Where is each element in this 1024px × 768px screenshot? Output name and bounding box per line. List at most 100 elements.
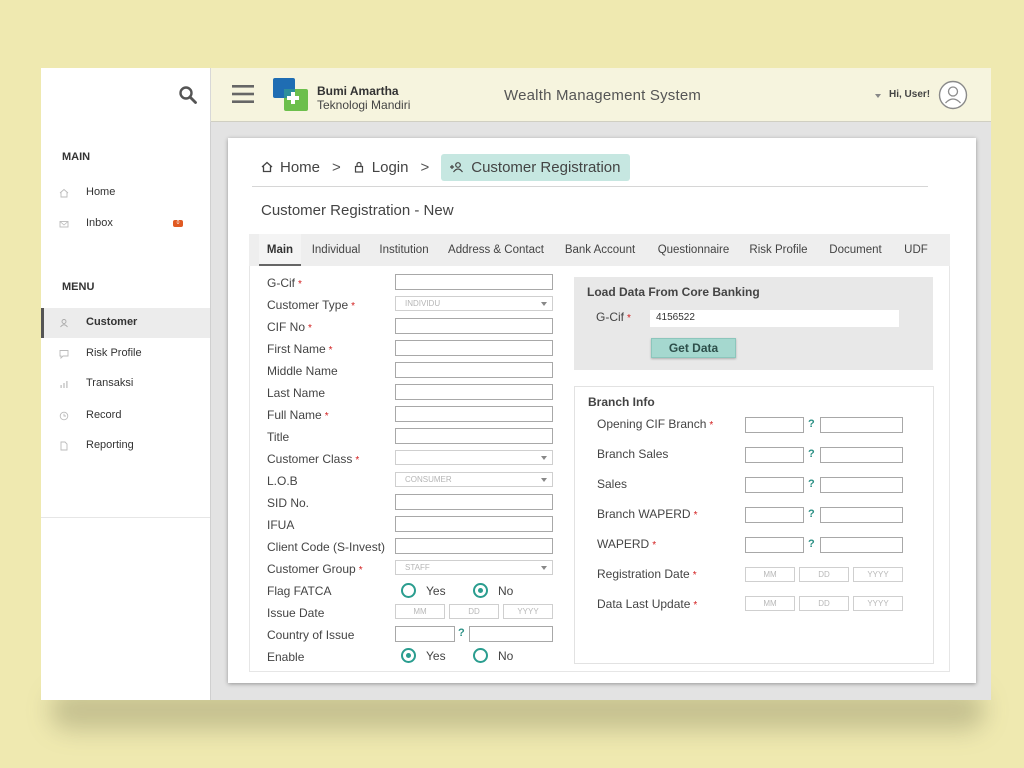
customer-class-select[interactable] [395, 450, 553, 465]
user-greeting[interactable]: Hi, User! [889, 89, 930, 100]
breadcrumb-home[interactable]: Home [261, 159, 320, 176]
opening-cif-branch-name-input[interactable] [820, 417, 903, 433]
user-icon [60, 319, 68, 328]
branch-waperd-lookup-button[interactable]: ? [808, 508, 815, 520]
last-name-input[interactable] [395, 384, 553, 400]
sales-lookup-button[interactable]: ? [808, 478, 815, 490]
country-name-input[interactable] [469, 626, 553, 642]
fatca-yes-radio[interactable] [401, 583, 416, 598]
home-icon [261, 161, 273, 173]
breadcrumb: Home > Login > Customer Registration [261, 153, 631, 181]
sidebar-item-record[interactable]: Record [41, 401, 210, 431]
sidebar-item-home[interactable]: Home [41, 178, 210, 208]
sidebar-item-label: Record [86, 409, 122, 421]
sales-name-input[interactable] [820, 477, 903, 493]
full-name-input[interactable] [395, 406, 553, 422]
tab-address-contact[interactable]: Address & Contact [443, 234, 549, 266]
tab-main[interactable]: Main [259, 234, 301, 266]
sidebar-item-label: Customer [86, 316, 138, 328]
sidebar-item-label: Inbox [86, 217, 113, 229]
breadcrumb-label: Home [280, 158, 321, 176]
branch-waperd-code-input[interactable] [745, 507, 804, 523]
load-gcif-input[interactable]: 4156522 [650, 310, 899, 327]
branch-sales-lookup-button[interactable]: ? [808, 448, 815, 460]
field-label-full-name: Full Name * [267, 408, 329, 422]
breadcrumb-label: Customer Registration [471, 158, 621, 176]
waperd-code-input[interactable] [745, 537, 804, 553]
cif-no-input[interactable] [395, 318, 553, 334]
gcif-input[interactable] [395, 274, 553, 290]
breadcrumb-login[interactable]: Login [353, 159, 408, 176]
hamburger-menu-icon[interactable] [232, 84, 254, 104]
tab-questionnaire[interactable]: Questionnaire [652, 234, 735, 266]
branch-sales-code-input[interactable] [745, 447, 804, 463]
tab-individual[interactable]: Individual [307, 234, 365, 266]
required-marker: * [351, 301, 356, 312]
customer-group-select[interactable]: STAFF [395, 560, 553, 575]
sidebar-item-transaksi[interactable]: Transaksi [41, 369, 210, 399]
middle-name-input[interactable] [395, 362, 553, 378]
field-label-middle-name: Middle Name [267, 364, 338, 378]
registration-date-year-input[interactable]: YYYY [853, 567, 903, 582]
branch-waperd-name-input[interactable] [820, 507, 903, 523]
field-label-gcif: G-Cif * [267, 276, 302, 290]
last-update-day-input[interactable]: DD [799, 596, 849, 611]
issue-date-year-input[interactable]: YYYY [503, 604, 553, 619]
required-marker: * [693, 600, 698, 611]
get-data-button[interactable]: Get Data [651, 338, 736, 358]
last-update-year-input[interactable]: YYYY [853, 596, 903, 611]
sales-code-input[interactable] [745, 477, 804, 493]
chevron-down-icon[interactable] [875, 94, 881, 98]
home-icon [59, 188, 69, 198]
chevron-down-icon [541, 478, 547, 482]
registration-date-day-input[interactable]: DD [799, 567, 849, 582]
field-label-country-of-issue: Country of Issue [267, 628, 355, 642]
first-name-input[interactable] [395, 340, 553, 356]
search-icon[interactable] [179, 86, 197, 104]
tab-document[interactable]: Document [824, 234, 887, 266]
title-input[interactable] [395, 428, 553, 444]
breadcrumb-customer-registration[interactable]: Customer Registration [441, 153, 631, 181]
lob-value: CONSUMER [405, 475, 452, 484]
branch-info-title: Branch Info [588, 395, 655, 409]
tab-risk-profile[interactable]: Risk Profile [745, 234, 812, 266]
sidebar-item-risk-profile[interactable]: Risk Profile [41, 339, 210, 369]
opening-cif-branch-code-input[interactable] [745, 417, 804, 433]
enable-yes-radio[interactable] [401, 648, 416, 663]
sidebar-item-label: Transaksi [86, 377, 134, 389]
lob-select[interactable]: CONSUMER [395, 472, 553, 487]
fatca-no-radio[interactable] [473, 583, 488, 598]
country-code-input[interactable] [395, 626, 455, 642]
sidebar-item-inbox[interactable]: Inbox 0 [41, 209, 210, 239]
tab-udf[interactable]: UDF [900, 234, 932, 266]
issue-date-day-input[interactable]: DD [449, 604, 499, 619]
sidebar-item-label: Risk Profile [86, 347, 142, 359]
country-lookup-button[interactable]: ? [458, 627, 465, 639]
customer-type-select[interactable]: INDIVIDU [395, 296, 553, 311]
branch-sales-name-input[interactable] [820, 447, 903, 463]
last-update-month-input[interactable]: MM [745, 596, 795, 611]
company-logo [273, 78, 308, 111]
sidebar-item-reporting[interactable]: Reporting [41, 431, 210, 461]
waperd-name-input[interactable] [820, 537, 903, 553]
enable-no-radio[interactable] [473, 648, 488, 663]
page-title: Customer Registration - New [261, 202, 454, 219]
enable-no-label: No [498, 649, 514, 663]
required-marker: * [328, 345, 333, 356]
registration-date-month-input[interactable]: MM [745, 567, 795, 582]
field-label-sid-no: SID No. [267, 496, 310, 510]
field-label-enable: Enable [267, 650, 305, 664]
sidebar-item-customer[interactable]: Customer [41, 308, 210, 338]
ifua-input[interactable] [395, 516, 553, 532]
tab-institution[interactable]: Institution [374, 234, 434, 266]
opening-cif-branch-lookup-button[interactable]: ? [808, 418, 815, 430]
tab-bank-account[interactable]: Bank Account [558, 234, 642, 266]
sid-no-input[interactable] [395, 494, 553, 510]
issue-date-month-input[interactable]: MM [395, 604, 445, 619]
field-label-issue-date: Issue Date [267, 606, 325, 620]
avatar-icon[interactable] [938, 80, 968, 110]
customer-group-value: STAFF [405, 563, 430, 572]
field-label-last-name: Last Name [267, 386, 326, 400]
waperd-lookup-button[interactable]: ? [808, 538, 815, 550]
client-code-input[interactable] [395, 538, 553, 554]
